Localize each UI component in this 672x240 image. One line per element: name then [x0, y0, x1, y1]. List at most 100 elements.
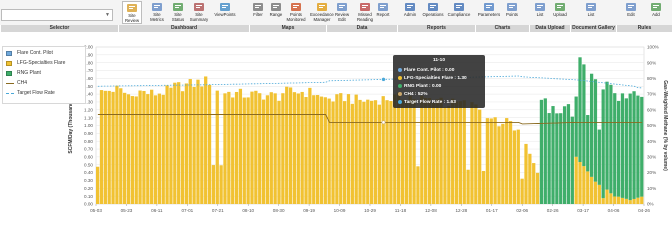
toolbar-button-operations[interactable]: Operations — [422, 1, 444, 24]
toolbar-button-review-edit[interactable]: Review Edit — [331, 1, 353, 24]
bar-lfg-specialties-flare — [335, 94, 339, 204]
x-tick-label: 02-06 — [516, 208, 528, 213]
bar-lfg-specialties-flare — [632, 198, 636, 204]
bar-lfg-specialties-flare — [373, 100, 378, 204]
toolbar-button-compliance[interactable]: Compliance — [445, 1, 473, 24]
bar-lfg-specialties-flare — [350, 103, 354, 204]
toolbar-button-list[interactable]: List — [532, 1, 548, 24]
legend-swatch — [6, 61, 12, 66]
toolbar-button-site-review[interactable]: Site Review — [122, 1, 142, 24]
toolbar-button-parameters[interactable]: Parameters — [477, 1, 501, 24]
toolbar-button-viewpoints[interactable]: ViewPoints — [211, 1, 239, 24]
toolbar-button-points-monitored[interactable]: Points Monitored — [286, 1, 306, 24]
bar-lfg-specialties-flare — [300, 91, 304, 204]
bar-rng-plant — [624, 98, 628, 199]
bar-lfg-specialties-flare — [204, 76, 208, 204]
bar-lfg-specialties-flare — [358, 99, 362, 204]
x-tick-label: 02-26 — [547, 208, 559, 213]
group-label-dashboard: Dashboard — [118, 25, 249, 32]
bar-lfg-specialties-flare — [331, 101, 335, 204]
bar-lfg-specialties-flare — [134, 96, 138, 204]
toolbar-button-site-metrics[interactable]: Site Metrics — [147, 1, 167, 24]
toolbar-button-upload[interactable]: Upload — [550, 1, 570, 24]
bar-lfg-specialties-flare — [99, 90, 104, 204]
bar-lfg-specialties-flare — [103, 90, 107, 204]
bar-lfg-specialties-flare — [242, 97, 246, 204]
y2-tick-label: 30% — [647, 155, 656, 160]
toolbar-button-report[interactable]: Report — [374, 1, 392, 24]
bar-lfg-specialties-flare — [234, 91, 239, 204]
bar-lfg-specialties-flare — [613, 196, 617, 204]
bar-rng-plant — [547, 113, 551, 204]
group-label-reports: Reports — [397, 25, 475, 32]
site-selector-dropdown[interactable]: ▼ — [1, 9, 113, 21]
toolbar-button-site-summary[interactable]: Site Summary — [189, 1, 209, 24]
x-tick-label: 05-23 — [121, 208, 133, 213]
toolbar-button-filter[interactable]: Filter — [250, 1, 266, 24]
tooltip-dot — [398, 91, 402, 96]
bar-lfg-specialties-flare — [462, 100, 466, 204]
x-tick-label: 12-08 — [425, 208, 437, 213]
bar-lfg-specialties-flare — [451, 98, 455, 204]
toolbar-button-list[interactable]: List — [580, 1, 602, 24]
bar-lfg-specialties-flare — [439, 97, 443, 204]
range-icon — [270, 2, 282, 12]
bar-lfg-specialties-flare — [485, 118, 490, 204]
review-edit-icon — [336, 2, 348, 12]
bar-lfg-specialties-flare — [138, 90, 142, 204]
bar-lfg-specialties-flare — [435, 99, 439, 204]
bar-lfg-specialties-flare — [200, 86, 204, 204]
bar-lfg-specialties-flare — [443, 107, 447, 204]
bar-lfg-specialties-flare — [254, 90, 258, 204]
bar-rng-plant — [616, 100, 621, 197]
toolbar-button-label: Admin — [403, 12, 417, 17]
toolbar-button-admin[interactable]: Admin — [400, 1, 420, 24]
toolbar-button-label: Review Edit — [334, 12, 350, 22]
toolbar-button-missed-reading[interactable]: Missed Reading — [355, 1, 375, 24]
bar-lfg-specialties-flare — [288, 87, 293, 204]
toolbar-button-points[interactable]: Points — [502, 1, 522, 24]
toolbar-button-label: Site Metrics — [150, 12, 164, 22]
tooltip-title: 11-10 — [432, 58, 445, 63]
bar-lfg-specialties-flare — [285, 86, 289, 204]
toolbar-button-label: Site Summary — [189, 12, 209, 22]
toolbar-button-site-status[interactable]: Site Status — [168, 1, 188, 24]
bar-lfg-specialties-flare — [107, 90, 111, 204]
toolbar-button-label: Add — [652, 12, 660, 17]
bar-lfg-specialties-flare — [250, 91, 254, 204]
tooltip-row: LFG-Specialties Flare : 1.30 — [398, 75, 467, 82]
bar-lfg-specialties-flare — [458, 101, 463, 204]
bar-lfg-specialties-flare — [470, 102, 474, 204]
y-tick-label: 0.80 — [84, 139, 93, 144]
x-tick-label: 11-18 — [395, 208, 407, 213]
bar-lfg-specialties-flare — [142, 91, 146, 204]
bar-lfg-specialties-flare — [377, 104, 381, 204]
bar-lfg-specialties-flare — [308, 87, 312, 204]
group-label-rules: Rules — [616, 25, 672, 32]
x-tick-label: 06-11 — [151, 208, 163, 213]
chevron-down-icon: ▼ — [105, 12, 110, 18]
toolbar-button-range[interactable]: Range — [268, 1, 284, 24]
group-label-charts: Charts — [475, 25, 529, 32]
bar-rng-plant — [593, 79, 598, 182]
bar-lfg-specialties-flare — [169, 87, 173, 204]
bar-lfg-specialties-flare — [273, 93, 277, 204]
toolbar-button-edit[interactable]: Edit — [620, 1, 642, 24]
bar-lfg-specialties-flare — [188, 79, 192, 204]
bar-lfg-specialties-flare — [489, 118, 493, 204]
bar-lfg-specialties-flare — [582, 166, 586, 204]
bar-lfg-specialties-flare — [636, 197, 640, 204]
toolbar-button-label: Filter — [253, 12, 263, 17]
bar-lfg-specialties-flare — [126, 94, 131, 204]
bar-lfg-specialties-flare — [362, 101, 366, 204]
bar-lfg-specialties-flare — [524, 143, 528, 204]
compliance-icon — [453, 2, 465, 12]
bar-lfg-specialties-flare — [246, 97, 250, 204]
legend-label: LFG-Specialties Flare — [17, 60, 66, 66]
report-icon — [377, 2, 389, 12]
bar-lfg-specialties-flare — [312, 95, 316, 204]
bar-lfg-specialties-flare — [512, 130, 517, 204]
toolbar-button-add[interactable]: Add — [645, 1, 667, 24]
y2-tick-label: 0% — [647, 202, 654, 207]
group-label-selector: Selector — [0, 25, 118, 32]
